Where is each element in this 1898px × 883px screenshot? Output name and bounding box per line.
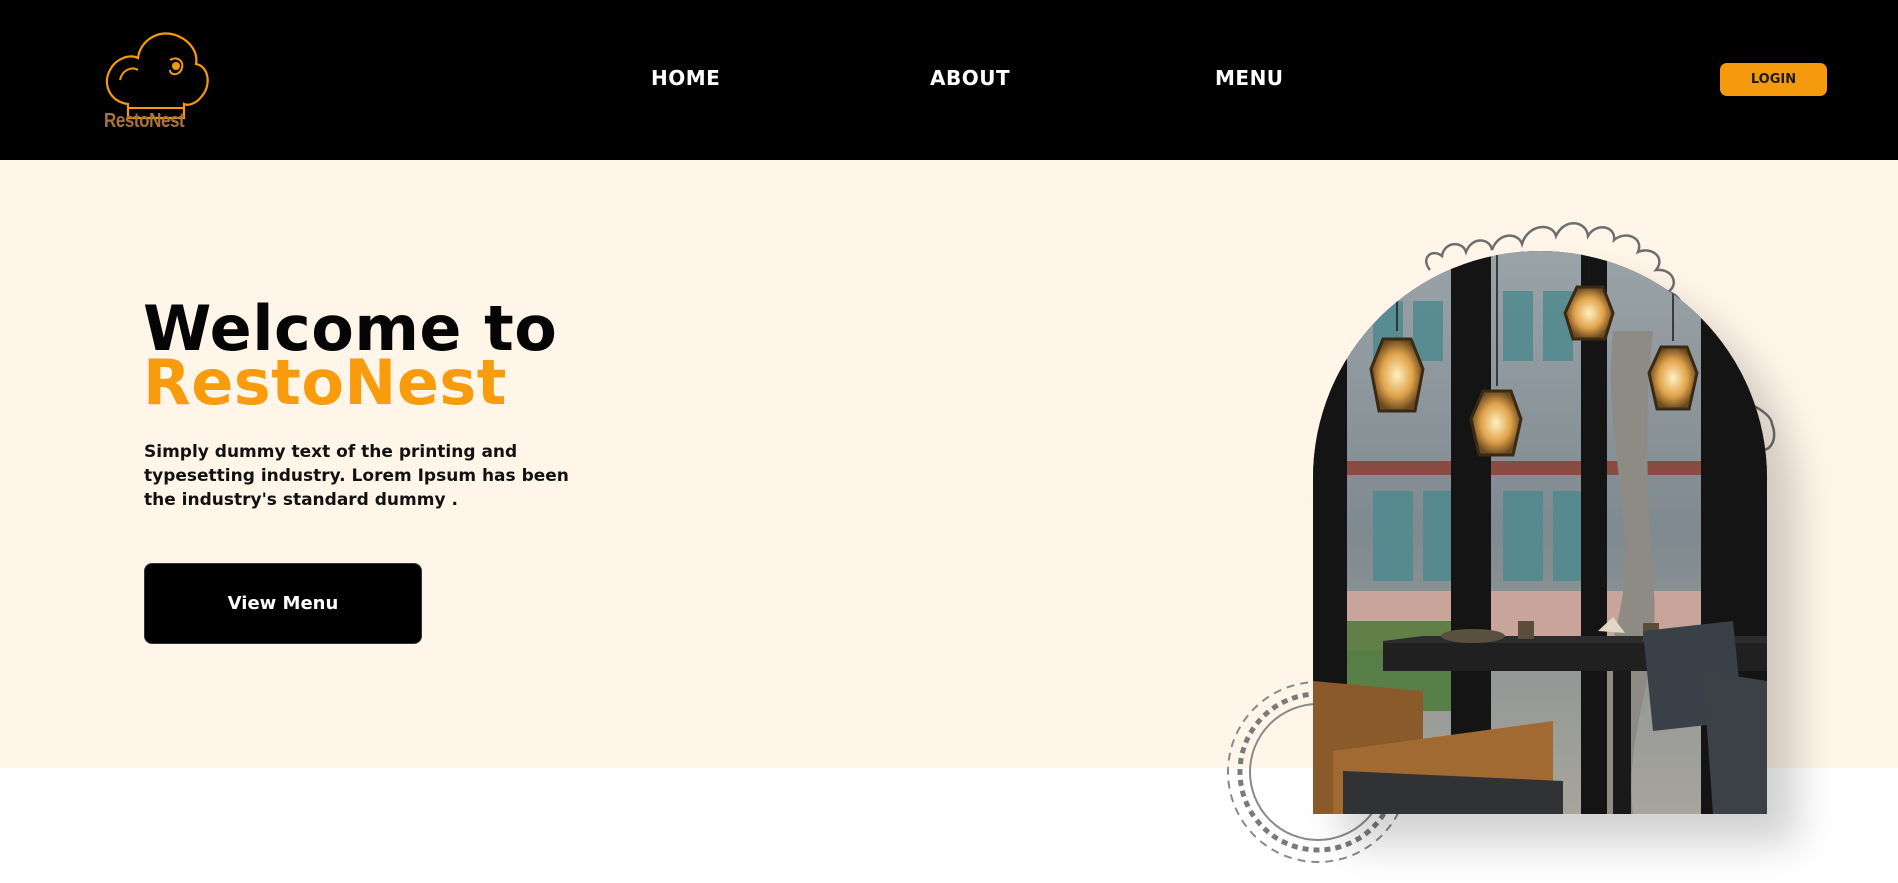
restaurant-interior-image bbox=[1313, 251, 1767, 814]
nav-link-menu[interactable]: MENU bbox=[1215, 66, 1284, 90]
login-button[interactable]: LOGIN bbox=[1720, 63, 1827, 96]
hero-brand-title: RestoNest bbox=[143, 346, 507, 419]
navbar: RestoNest HOME ABOUT MENU LOGIN bbox=[0, 0, 1898, 160]
nav-link-home[interactable]: HOME bbox=[651, 66, 720, 90]
nav-link-about[interactable]: ABOUT bbox=[930, 66, 1010, 90]
view-menu-button[interactable]: View Menu bbox=[144, 563, 422, 644]
restaurant-photo bbox=[1313, 251, 1767, 814]
brand-logo-text[interactable]: RestoNest bbox=[104, 110, 185, 133]
hero-description: Simply dummy text of the printing and ty… bbox=[144, 442, 569, 510]
